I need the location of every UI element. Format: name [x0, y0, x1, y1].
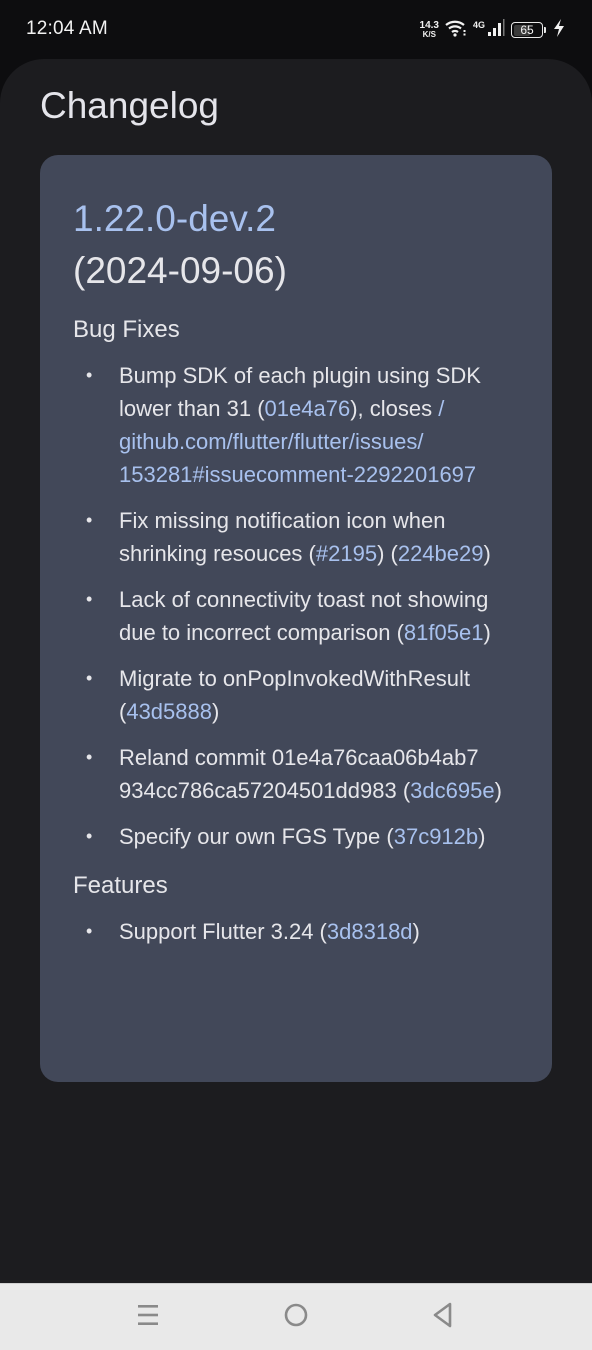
- changelog-sheet: Changelog 1.22.0-dev.2 (2024-09-06) Bug …: [0, 59, 592, 1283]
- item-text: ): [494, 778, 502, 803]
- bullet-icon: •: [86, 668, 93, 688]
- battery-icon: 65: [511, 22, 543, 38]
- changelog-item: • Lack of connectivity toast not showing …: [73, 583, 519, 649]
- commit-link[interactable]: 81f05e1: [404, 620, 484, 645]
- changelog-list: • Support Flutter 3.24 (3d8318d): [73, 915, 519, 948]
- changelog-item: • Specify our own FGS Type (37c912b): [73, 820, 519, 853]
- changelog-list: • Bump SDK of each plugin using SDK lower…: [73, 359, 519, 853]
- bullet-icon: •: [86, 826, 93, 846]
- item-text: Support Flutter 3.24 (: [119, 919, 327, 944]
- commit-link[interactable]: 43d5888: [126, 699, 212, 724]
- recents-button[interactable]: [133, 1302, 163, 1332]
- commit-link[interactable]: 37c912b: [394, 824, 478, 849]
- commit-link[interactable]: 01e4a76: [265, 396, 351, 421]
- release-heading: 1.22.0-dev.2 (2024-09-06): [73, 193, 519, 297]
- network-speed-value: 14.3: [419, 20, 439, 31]
- changelog-item: • Migrate to onPopInvokedWithResult (43d5…: [73, 662, 519, 728]
- section-title: Bug Fixes: [73, 316, 180, 343]
- release-sections: Bug Fixes • Bump SDK of each plugin using …: [73, 315, 519, 948]
- bullet-icon: •: [86, 589, 93, 609]
- changelog-item: • Reland commit 01e4a76caa06b4ab7 934cc78…: [73, 741, 519, 807]
- network-speed-unit: K/S: [422, 30, 436, 39]
- bullet-icon: •: [86, 510, 93, 530]
- item-text: ): [478, 824, 486, 849]
- page-title: Changelog: [40, 85, 219, 126]
- battery-level: 65: [520, 23, 534, 37]
- menu-icon: [137, 1303, 159, 1332]
- back-triangle-icon: [431, 1301, 455, 1334]
- bullet-icon: •: [86, 747, 93, 767]
- status-bar: 12:04 AM 14.3 K/S 4G 65: [0, 0, 592, 58]
- network-speed: 14.3 K/S: [419, 20, 439, 40]
- item-text: ): [483, 620, 491, 645]
- release-card: 1.22.0-dev.2 (2024-09-06) Bug Fixes • Bump…: [40, 155, 552, 1082]
- changelog-item: • Bump SDK of each plugin using SDK lower…: [73, 359, 519, 491]
- charging-icon: [552, 18, 566, 42]
- item-text: ): [412, 919, 420, 944]
- release-version-link[interactable]: 1.22.0-dev.2: [73, 198, 276, 239]
- back-button[interactable]: [428, 1302, 458, 1332]
- navigation-bar: [0, 1283, 592, 1350]
- release-date: (2024-09-06): [73, 250, 287, 291]
- commit-link[interactable]: 3d8318d: [327, 919, 413, 944]
- commit-link[interactable]: 224be29: [398, 541, 484, 566]
- changelog-item: • Fix missing notification icon when shri…: [73, 504, 519, 570]
- status-icons: 14.3 K/S 4G 65: [420, 18, 566, 42]
- home-button[interactable]: [281, 1302, 311, 1332]
- changelog-item: • Support Flutter 3.24 (3d8318d): [73, 915, 519, 948]
- commit-link[interactable]: #2195: [316, 541, 377, 566]
- item-text: ): [483, 541, 491, 566]
- signal-icon: [487, 18, 505, 42]
- bullet-icon: •: [86, 921, 93, 941]
- status-time: 12:04 AM: [26, 18, 108, 39]
- item-text: Specify our own FGS Type (: [119, 824, 394, 849]
- item-text: ), closes: [350, 396, 439, 421]
- commit-link[interactable]: 3dc695e: [410, 778, 494, 803]
- home-circle-icon: [283, 1302, 309, 1333]
- section-title: Features: [73, 872, 168, 899]
- battery-tip: [544, 27, 546, 33]
- item-text: ): [211, 699, 220, 724]
- network-type: 4G: [472, 20, 485, 30]
- bullet-icon: •: [86, 365, 93, 385]
- wifi-icon: [445, 19, 467, 42]
- item-text: ) (: [377, 541, 398, 566]
